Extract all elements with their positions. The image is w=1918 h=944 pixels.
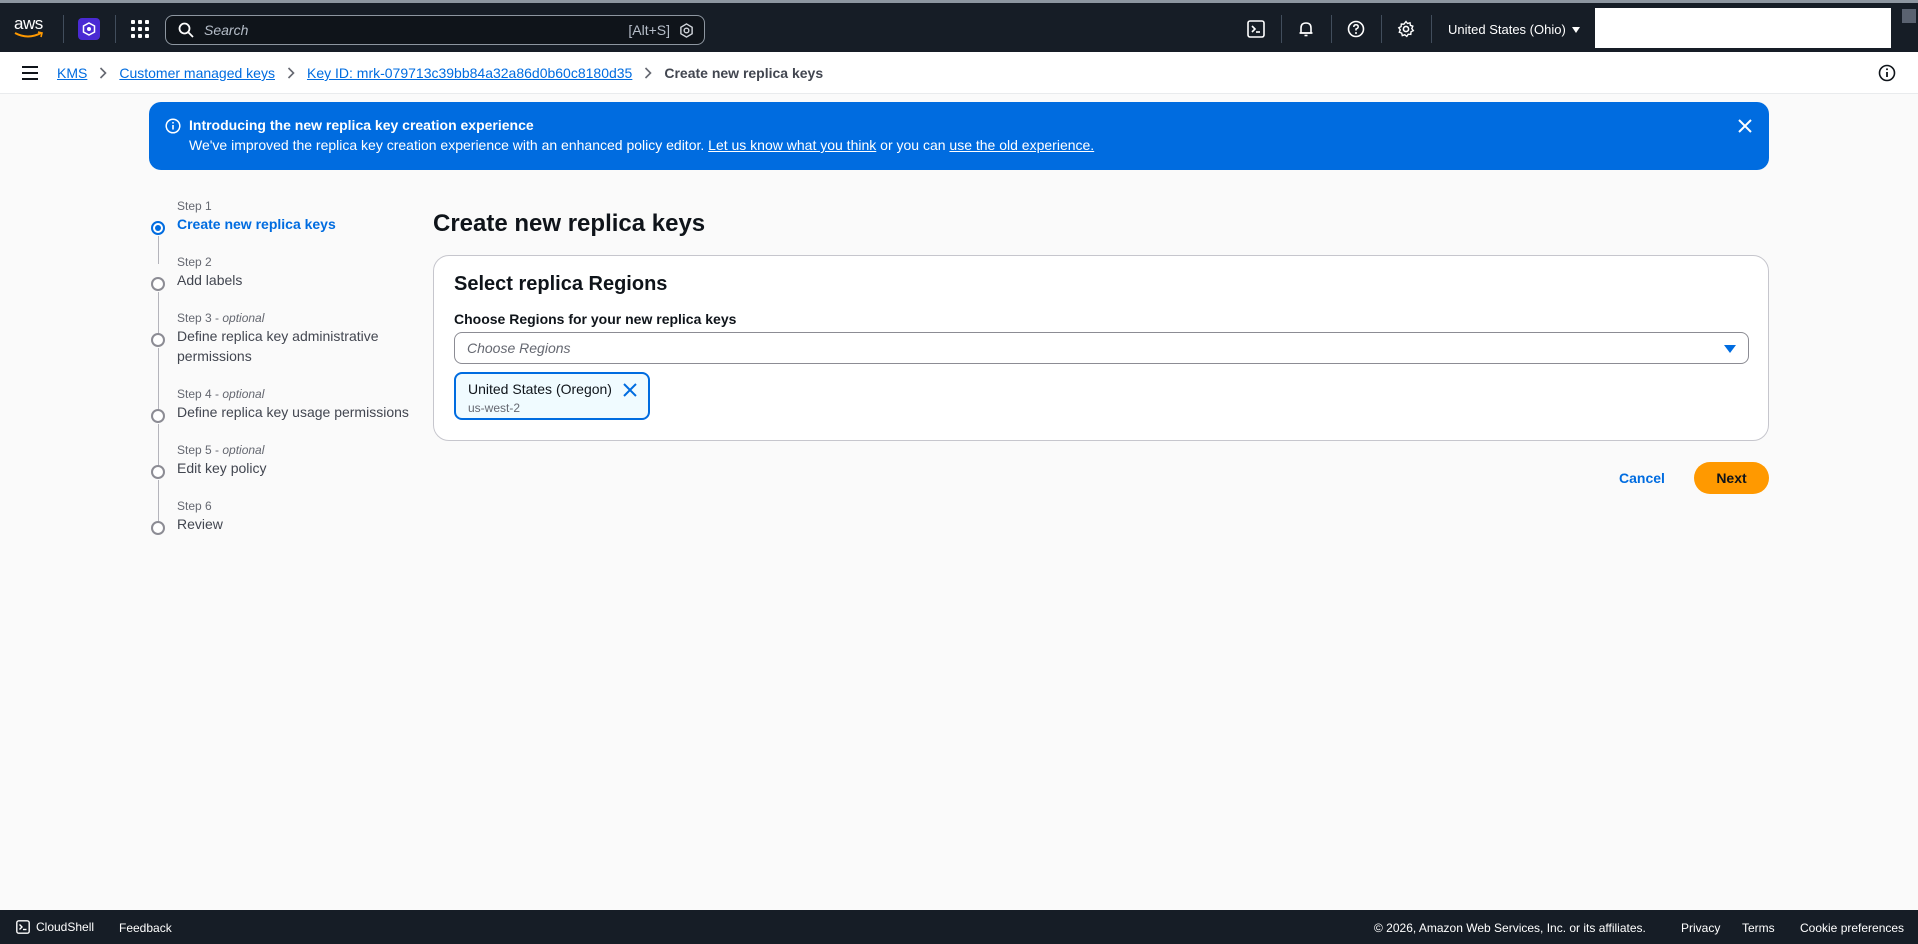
old-experience-link[interactable]: use the old experience. [949, 137, 1094, 153]
feedback-link[interactable]: Feedback [119, 921, 172, 935]
nav-divider [1331, 15, 1332, 43]
flash-body-text: or you can [876, 137, 950, 153]
search-input[interactable] [204, 22, 604, 38]
step-status-icon [151, 333, 165, 347]
settings-gear-icon[interactable] [1396, 19, 1416, 39]
search-icon [178, 22, 194, 38]
breadcrumb: KMS Customer managed keys Key ID: mrk-07… [57, 65, 823, 81]
wizard-step-4: Step 4 - optional Define replica key usa… [149, 386, 419, 423]
step-label: Create new replica keys [177, 216, 336, 232]
cancel-button[interactable]: Cancel [1609, 462, 1675, 494]
step-number: Step 4 - optional [177, 387, 265, 401]
token-region-code: us-west-2 [468, 401, 521, 415]
breadcrumb-key-id[interactable]: Key ID: mrk-079713c39bb84a32a86d0b60c818… [307, 65, 632, 81]
token-region-name: United States (Oregon) [468, 381, 612, 397]
breadcrumb-current: Create new replica keys [664, 65, 824, 81]
remove-token-icon[interactable] [622, 382, 638, 398]
breadcrumb-kms[interactable]: KMS [57, 65, 87, 81]
terms-link[interactable]: Terms [1742, 921, 1775, 935]
cloudshell-icon [16, 920, 30, 934]
nav-divider [115, 15, 116, 43]
step-number: Step 6 [177, 499, 212, 513]
step-status-icon [151, 409, 165, 423]
privacy-link[interactable]: Privacy [1681, 921, 1720, 935]
step-number: Step 3 - optional [177, 311, 265, 325]
chevron-right-icon [99, 67, 107, 79]
nav-divider [1281, 15, 1282, 43]
info-flashbar: Introducing the new replica key creation… [149, 102, 1769, 170]
container-title: Select replica Regions [454, 273, 668, 295]
nav-divider [63, 15, 64, 43]
cloudshell-label: CloudShell [36, 920, 95, 934]
flash-body-text: We've improved the replica key creation … [189, 137, 709, 153]
replica-regions-container: Select replica Regions Choose Regions fo… [433, 255, 1769, 441]
hamburger-menu-icon[interactable] [22, 66, 38, 80]
wizard-step-3: Step 3 - optional Define replica key adm… [149, 310, 419, 366]
flash-body: We've improved the replica key creation … [189, 137, 1094, 153]
breadcrumb-bar: KMS Customer managed keys Key ID: mrk-07… [0, 52, 1918, 94]
cloudshell-button[interactable]: CloudShell [16, 920, 94, 934]
search-bar[interactable]: [Alt+S] [165, 15, 705, 45]
next-button[interactable]: Next [1694, 462, 1769, 494]
step-status-icon [151, 465, 165, 479]
step-status-icon [151, 277, 165, 291]
amazon-q-icon[interactable] [679, 23, 694, 38]
step-status-icon [151, 521, 165, 535]
select-placeholder: Choose Regions [467, 340, 571, 356]
step-number: Step 5 - optional [177, 443, 265, 457]
nav-divider [1381, 15, 1382, 43]
feedback-link[interactable]: Let us know what you think [708, 137, 876, 153]
region-label: United States (Ohio) [1448, 22, 1566, 37]
flash-title: Introducing the new replica key creation… [189, 117, 534, 133]
wizard-step-6: Step 6 Review [149, 498, 223, 535]
account-menu[interactable] [1595, 8, 1891, 48]
close-icon[interactable] [1737, 118, 1753, 134]
wizard-step-1[interactable]: Step 1 Create new replica keys [149, 198, 336, 235]
aws-logo-text: aws [14, 14, 43, 33]
aws-logo[interactable]: aws [14, 15, 50, 41]
regions-field-label: Choose Regions for your new replica keys [454, 311, 737, 327]
top-navigation: aws [Alt+S] United States (Ohio) [0, 0, 1918, 52]
wizard-step-5: Step 5 - optional Edit key policy [149, 442, 267, 479]
step-number: Step 1 [177, 199, 212, 213]
page-title: Create new replica keys [433, 210, 706, 237]
caret-down-icon [1724, 345, 1736, 353]
step-label: Review [177, 516, 223, 532]
copyright-text: © 2026, Amazon Web Services, Inc. or its… [1374, 921, 1646, 935]
step-number: Step 2 [177, 255, 212, 269]
wizard-step-2: Step 2 Add labels [149, 254, 243, 291]
chevron-right-icon [287, 67, 295, 79]
chevron-right-icon [644, 67, 652, 79]
notifications-bell-icon[interactable] [1296, 19, 1316, 39]
help-icon[interactable] [1346, 19, 1366, 39]
search-shortcut: [Alt+S] [628, 22, 670, 38]
info-panel-icon[interactable] [1878, 64, 1896, 82]
step-label: Edit key policy [177, 460, 267, 476]
step-label: Define replica key usage permissions [177, 404, 409, 420]
step-label: Add labels [177, 272, 243, 288]
scroll-up-arrow[interactable] [1902, 9, 1916, 23]
cookie-preferences-link[interactable]: Cookie preferences [1800, 921, 1904, 935]
kms-service-icon[interactable] [78, 18, 100, 40]
caret-down-icon [1571, 26, 1580, 33]
apps-grid-icon[interactable] [131, 20, 149, 38]
step-status-icon [151, 221, 165, 235]
breadcrumb-customer-managed-keys[interactable]: Customer managed keys [119, 65, 275, 81]
selected-region-token: United States (Oregon) us-west-2 [454, 372, 650, 420]
nav-divider [1431, 15, 1432, 43]
console-footer: CloudShell Feedback © 2026, Amazon Web S… [0, 910, 1918, 944]
region-selector[interactable]: United States (Ohio) [1448, 22, 1580, 37]
regions-multiselect[interactable]: Choose Regions [454, 332, 1749, 364]
info-icon [165, 118, 181, 134]
cloudshell-icon[interactable] [1246, 19, 1266, 39]
step-label: Define replica key administrative permis… [177, 328, 379, 364]
